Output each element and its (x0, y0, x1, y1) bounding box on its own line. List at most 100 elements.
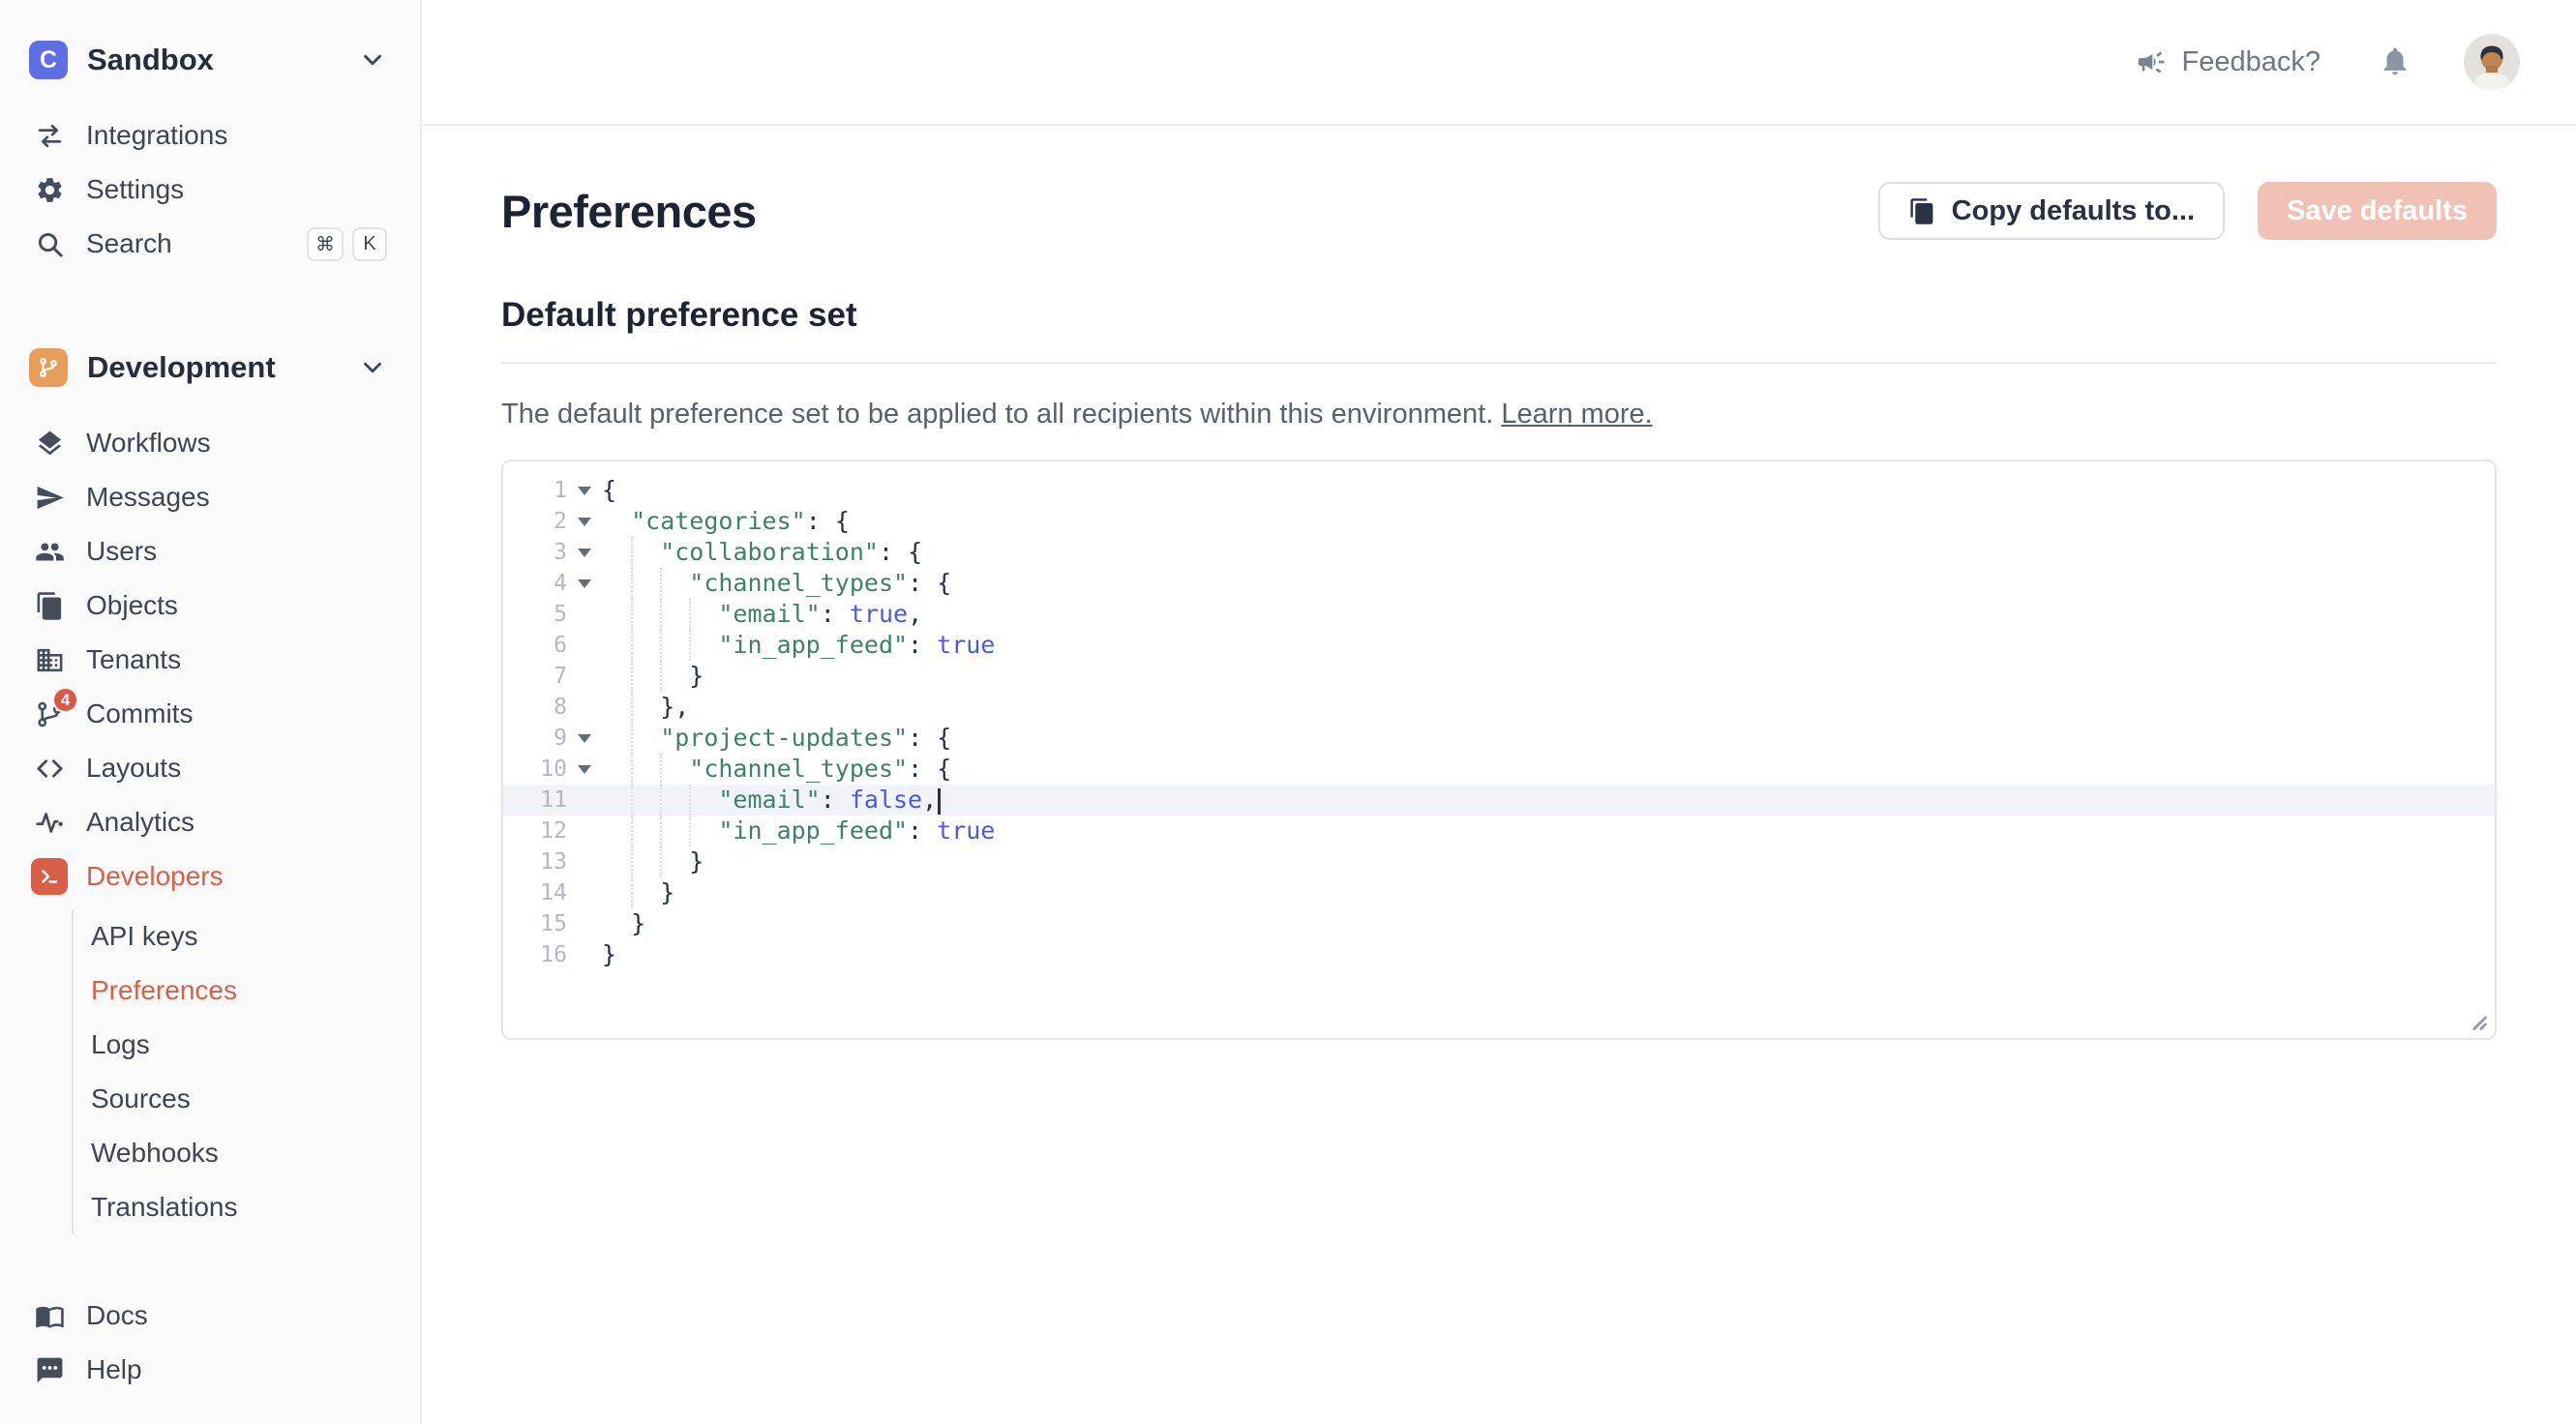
account-switcher[interactable]: C Sandbox (0, 37, 420, 83)
nav-item-label: Integrations (86, 120, 227, 151)
fold-triangle (578, 549, 591, 557)
editor-line-2[interactable]: 2"categories": { (503, 506, 2495, 537)
editor-line-14[interactable]: 14} (503, 877, 2495, 908)
settings-icon (31, 171, 68, 208)
fold-arrow-icon[interactable] (567, 549, 602, 557)
editor-line-11[interactable]: 11"email": false, (503, 785, 2495, 816)
notifications-button[interactable] (2373, 44, 2417, 81)
editor-line-7[interactable]: 7} (503, 661, 2495, 692)
fold-arrow-icon[interactable] (567, 765, 602, 774)
sidebar-subitem-preferences[interactable]: Preferences (91, 964, 420, 1018)
editor-line-15[interactable]: 15} (503, 908, 2495, 939)
indent-guide (631, 692, 660, 723)
chevron-down-icon (358, 353, 387, 382)
topbar: Feedback? (422, 0, 2576, 126)
layouts-icon (31, 750, 68, 786)
line-number: 12 (503, 818, 567, 844)
feedback-label: Feedback? (2182, 46, 2321, 78)
nav-item-label: Search (86, 228, 172, 259)
editor-line-5[interactable]: 5"email": true, (503, 599, 2495, 630)
editor-line-13[interactable]: 13} (503, 846, 2495, 877)
line-number: 4 (503, 571, 567, 596)
environment-switcher[interactable]: Development (0, 344, 420, 391)
sidebar-item-tenants[interactable]: Tenants (0, 633, 420, 687)
feedback-button[interactable]: Feedback? (2130, 45, 2327, 79)
editor-line-10[interactable]: 10"channel_types": { (503, 754, 2495, 785)
account-name: Sandbox (87, 43, 339, 77)
sidebar-subitem-api-keys[interactable]: API keys (91, 909, 420, 964)
sidebar-item-commits[interactable]: 4Commits (0, 687, 420, 741)
sidebar-item-developers[interactable]: Developers (0, 849, 420, 904)
fold-arrow-icon[interactable] (567, 734, 602, 743)
page-actions: Copy defaults to... Save defaults (1878, 182, 2497, 240)
fold-triangle (578, 579, 591, 588)
json-boolean: true (937, 816, 995, 845)
resize-handle-icon[interactable] (2462, 1005, 2489, 1032)
indent-space (602, 661, 631, 692)
nav-item-label: Workflows (86, 428, 211, 459)
line-number: 3 (503, 540, 567, 565)
indent-guide (631, 816, 660, 846)
sidebar-item-layouts[interactable]: Layouts (0, 741, 420, 795)
sidebar-item-workflows[interactable]: Workflows (0, 416, 420, 470)
preferences-page: Preferences Copy defaults to... Save def… (422, 126, 2576, 1040)
line-number: 16 (503, 942, 567, 967)
indent-guide (689, 599, 718, 630)
editor-line-1[interactable]: 1{ (503, 475, 2495, 506)
save-defaults-button[interactable]: Save defaults (2258, 182, 2497, 240)
json-editor[interactable]: 1{2"categories": {3"collaboration": {4"c… (501, 460, 2497, 1040)
docs-icon (31, 1297, 68, 1334)
help-icon (31, 1351, 68, 1388)
json-punctuation: } (631, 909, 645, 937)
sidebar-subitem-translations[interactable]: Translations (91, 1180, 420, 1234)
sidebar-subitem-sources[interactable]: Sources (91, 1072, 420, 1126)
copy-defaults-button[interactable]: Copy defaults to... (1878, 182, 2225, 240)
code-text: } (602, 877, 674, 908)
editor-line-6[interactable]: 6"in_app_feed": true (503, 630, 2495, 661)
sidebar-item-docs[interactable]: Docs (0, 1289, 420, 1343)
editor-line-3[interactable]: 3"collaboration": { (503, 537, 2495, 568)
sidebar-subitem-webhooks[interactable]: Webhooks (91, 1126, 420, 1180)
indent-space (602, 599, 631, 630)
sidebar-item-search[interactable]: Search⌘K (0, 217, 420, 271)
sidebar-subitem-logs[interactable]: Logs (91, 1018, 420, 1072)
editor-line-16[interactable]: 16} (503, 939, 2495, 970)
code-text: }, (602, 692, 689, 723)
sidebar-item-integrations[interactable]: Integrations (0, 108, 420, 163)
nav-item-label: Layouts (86, 753, 181, 784)
search-icon (31, 225, 68, 262)
json-punctuation: : { (908, 724, 951, 752)
json-punctuation: : { (908, 755, 951, 783)
editor-line-9[interactable]: 9"project-updates": { (503, 723, 2495, 754)
sidebar-item-users[interactable]: Users (0, 524, 420, 578)
fold-arrow-icon[interactable] (567, 487, 602, 495)
sidebar-item-objects[interactable]: Objects (0, 578, 420, 633)
tenants-icon (31, 641, 68, 678)
json-punctuation: : { (908, 569, 951, 597)
sidebar: C Sandbox IntegrationsSettingsSearch⌘K D… (0, 0, 422, 1424)
fold-arrow-icon[interactable] (567, 579, 602, 588)
sidebar-item-settings[interactable]: Settings (0, 163, 420, 217)
analytics-icon (31, 804, 68, 841)
sidebar-item-help[interactable]: Help (0, 1343, 420, 1397)
json-punctuation: }, (660, 693, 689, 721)
learn-more-link[interactable]: Learn more. (1501, 399, 1652, 430)
user-avatar[interactable] (2464, 34, 2520, 90)
line-number: 14 (503, 880, 567, 905)
indent-guide (660, 816, 689, 846)
json-boolean: true (850, 600, 908, 628)
line-number: 1 (503, 478, 567, 503)
sidebar-item-messages[interactable]: Messages (0, 470, 420, 524)
sidebar-item-analytics[interactable]: Analytics (0, 795, 420, 849)
editor-line-12[interactable]: 12"in_app_feed": true (503, 816, 2495, 846)
keycap-: ⌘ (307, 227, 344, 261)
editor-line-8[interactable]: 8}, (503, 692, 2495, 723)
line-number: 6 (503, 633, 567, 658)
indent-guide (660, 846, 689, 877)
json-punctuation: { (602, 476, 616, 504)
fold-arrow-icon[interactable] (567, 518, 602, 526)
editor-line-4[interactable]: 4"channel_types": { (503, 568, 2495, 599)
indent-space (602, 506, 631, 537)
indent-guide (660, 785, 689, 816)
section-description: The default preference set to be applied… (501, 399, 2497, 430)
